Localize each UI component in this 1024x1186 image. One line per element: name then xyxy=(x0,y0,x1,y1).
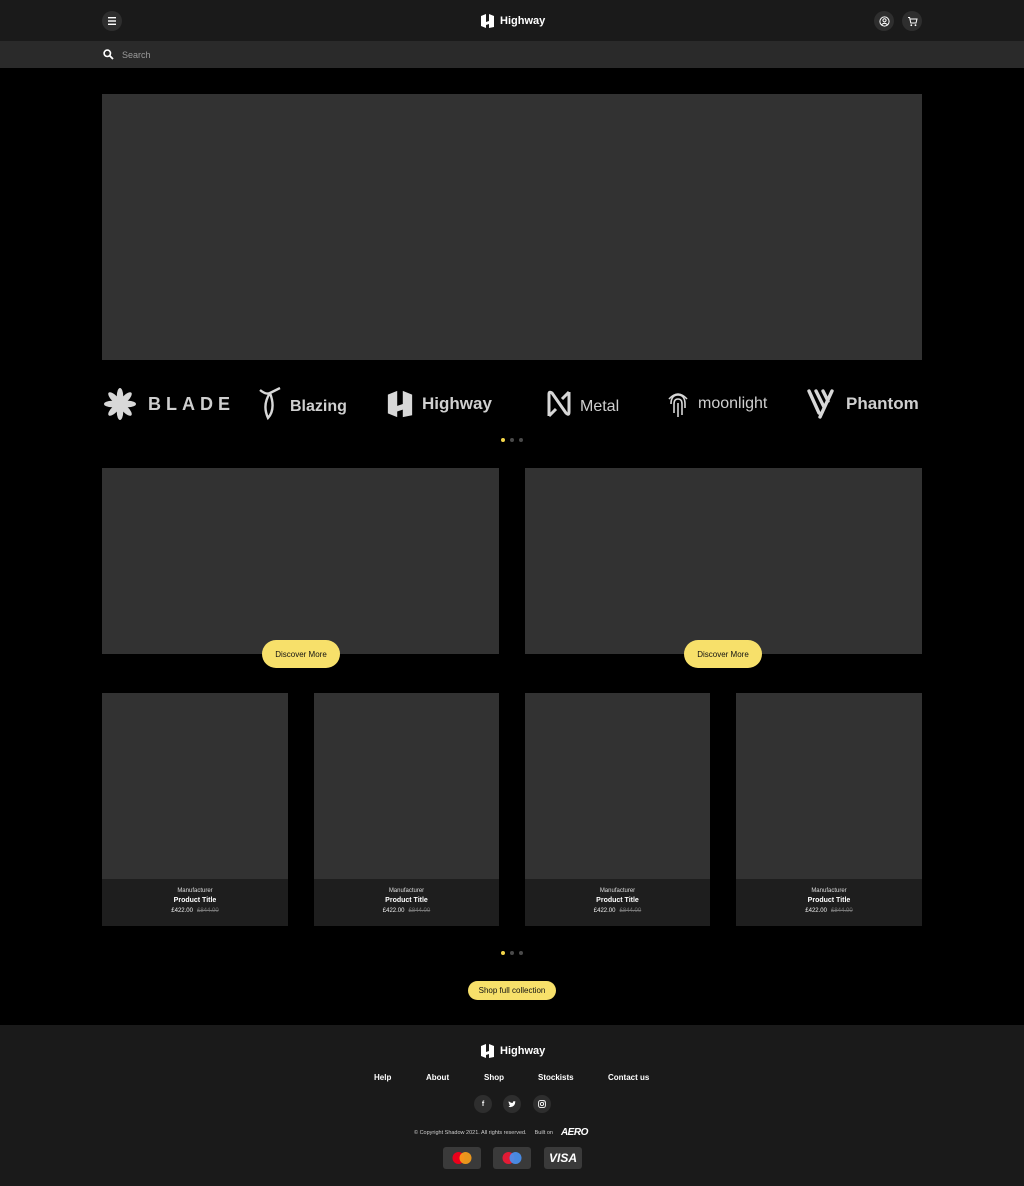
product-old-price: £844.00 xyxy=(408,908,431,914)
shop-full-collection-button[interactable]: Shop full collection xyxy=(468,981,556,1000)
flower-icon xyxy=(104,388,136,420)
footer-logo[interactable]: Highway xyxy=(480,1043,545,1059)
pagination-dot[interactable] xyxy=(510,438,514,442)
product-title: Product Title xyxy=(173,897,217,904)
fingerprint-icon xyxy=(668,393,688,417)
brand-blade[interactable]: BLADE xyxy=(102,384,235,424)
product-old-price: £844.00 xyxy=(831,908,853,914)
product-price: £422.00 xyxy=(382,908,405,914)
footer-logo-text: Highway xyxy=(500,1045,546,1057)
product-old-price: £844.00 xyxy=(619,908,642,914)
instagram-icon[interactable] xyxy=(533,1095,551,1113)
pagination-dot[interactable] xyxy=(501,438,505,442)
maestro-icon xyxy=(493,1147,531,1169)
cart-icon[interactable] xyxy=(902,11,922,31)
highway-logo-icon xyxy=(481,14,494,28)
product-image[interactable] xyxy=(525,693,710,879)
highway-logo-icon xyxy=(387,390,413,418)
product-title: Product Title xyxy=(596,897,639,904)
site-logo[interactable]: Highway xyxy=(480,13,545,29)
product-manufacturer: Manufacturer xyxy=(177,888,213,894)
visa-label: VISA xyxy=(548,1151,577,1165)
built-on-label: Built on xyxy=(534,1129,553,1136)
footer-link-contact[interactable]: Contact us xyxy=(608,1073,649,1082)
search-icon[interactable] xyxy=(103,49,114,60)
brand-name: BLADE xyxy=(148,393,235,414)
highway-logo-icon xyxy=(481,1044,494,1058)
visa-icon: VISA xyxy=(544,1147,582,1169)
brand-highway[interactable]: Highway xyxy=(386,384,492,424)
site-footer: Highway Help About Shop Stockists Contac… xyxy=(0,1025,1024,1186)
user-circle-icon[interactable] xyxy=(874,11,894,31)
product-image[interactable] xyxy=(736,693,922,879)
brand-name: moonlight xyxy=(698,395,768,412)
aero-logo[interactable]: AERO xyxy=(561,1127,588,1138)
product-title: Product Title xyxy=(807,897,851,904)
promo-image[interactable] xyxy=(102,468,499,654)
product-price: £422.00 xyxy=(805,908,827,914)
product-price: £422.00 xyxy=(593,908,616,914)
brand-carousel: BLADE Blazing Highway Metal moonlight Ph… xyxy=(102,384,922,424)
product-price: £422.00 xyxy=(171,908,193,914)
product-old-price: £844.00 xyxy=(197,908,219,914)
product-carousel-pagination xyxy=(501,951,523,955)
brand-name: Phantom xyxy=(846,394,919,413)
metal-logo-icon xyxy=(547,390,571,418)
brand-name: Highway xyxy=(422,394,492,413)
search-input[interactable] xyxy=(122,47,522,63)
brand-moonlight[interactable]: moonlight xyxy=(666,384,767,424)
pagination-dot[interactable] xyxy=(510,951,514,955)
brand-blazing[interactable]: Blazing xyxy=(258,384,347,424)
footer-link-stockists[interactable]: Stockists xyxy=(538,1073,574,1082)
phantom-logo-icon xyxy=(807,389,834,419)
product-title: Product Title xyxy=(385,897,428,904)
brand-metal[interactable]: Metal xyxy=(546,384,619,424)
hero-banner[interactable] xyxy=(102,94,922,360)
footer-link-about[interactable]: About xyxy=(426,1073,449,1082)
pagination-dot[interactable] xyxy=(519,438,523,442)
footer-link-help[interactable]: Help xyxy=(374,1073,391,1082)
footer-link-shop[interactable]: Shop xyxy=(484,1073,504,1082)
brand-name: Metal xyxy=(580,398,620,415)
product-card-info[interactable]: Manufacturer Product Title £422.00 £844.0… xyxy=(314,879,499,926)
site-logo-text: Highway xyxy=(500,15,546,27)
pagination-dot[interactable] xyxy=(501,951,505,955)
brand-phantom[interactable]: Phantom xyxy=(806,384,919,424)
brand-name: Blazing xyxy=(290,398,347,415)
discover-more-button[interactable]: Discover More xyxy=(684,640,762,668)
promo-image[interactable] xyxy=(525,468,922,654)
product-manufacturer: Manufacturer xyxy=(599,888,636,894)
mastercard-icon xyxy=(443,1147,481,1169)
footer-legal: © Copyright Shadow 2021. All rights rese… xyxy=(414,1127,588,1138)
discover-more-button[interactable]: Discover More xyxy=(262,640,340,668)
product-image[interactable] xyxy=(102,693,288,879)
product-image[interactable] xyxy=(314,693,499,879)
twitter-icon[interactable] xyxy=(503,1095,521,1113)
product-card-info[interactable]: Manufacturer Product Title £422.00 £844.0… xyxy=(102,879,288,926)
pagination-dot[interactable] xyxy=(519,951,523,955)
product-manufacturer: Manufacturer xyxy=(811,888,847,894)
product-manufacturer: Manufacturer xyxy=(388,888,425,894)
leaf-icon xyxy=(259,387,281,421)
product-card-info[interactable]: Manufacturer Product Title £422.00 £844.0… xyxy=(525,879,710,926)
facebook-icon[interactable]: f xyxy=(474,1095,492,1113)
product-card-info[interactable]: Manufacturer Product Title £422.00 £844.0… xyxy=(736,879,922,926)
site-header: Highway xyxy=(0,0,1024,42)
brand-carousel-pagination xyxy=(501,438,523,442)
search-bar xyxy=(0,42,1024,68)
menu-icon[interactable] xyxy=(102,11,122,31)
copyright-text: © Copyright Shadow 2021. All rights rese… xyxy=(414,1129,527,1136)
